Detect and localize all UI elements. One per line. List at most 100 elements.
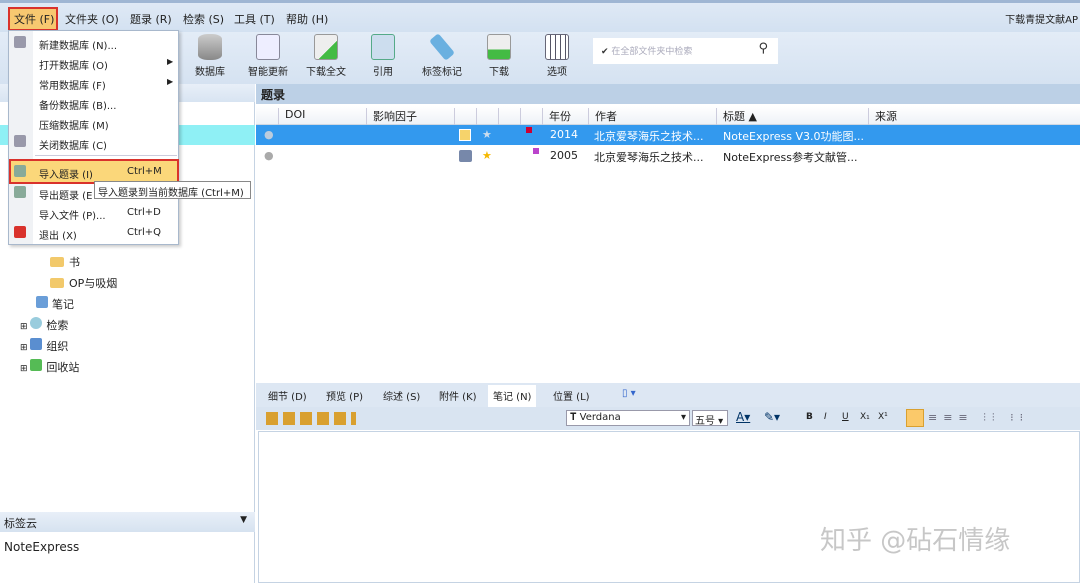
author: 北京爱琴海乐之技术... — [594, 151, 704, 164]
cite-button[interactable]: 引用 — [358, 34, 408, 78]
tab-location[interactable]: 位置 (L) — [553, 388, 590, 403]
menu-help[interactable]: 帮助 (H) — [286, 11, 328, 27]
col-source[interactable]: 来源 — [868, 108, 1068, 125]
label: 标签标记 — [422, 67, 462, 78]
menu-item-exit[interactable]: 退出 (X) — [39, 227, 77, 242]
align-left-button[interactable] — [906, 409, 924, 427]
menu-item-recent-db[interactable]: 常用数据库 (F) — [39, 77, 106, 92]
italic-button[interactable]: I — [824, 412, 827, 422]
shortcut: Ctrl+Q — [127, 227, 162, 238]
database-button[interactable]: 数据库 — [185, 34, 235, 78]
magnifier-icon — [30, 317, 43, 329]
menu-folder[interactable]: 文件夹 (O) — [65, 11, 119, 27]
submenu-arrow-icon: ▶ — [167, 57, 174, 66]
tree-folder-book[interactable]: 书 — [50, 254, 80, 270]
size-select[interactable]: 五号 ▾ — [692, 410, 728, 427]
menu-item-backup-db[interactable]: 备份数据库 (B)... — [39, 97, 116, 112]
folder-icon — [50, 278, 64, 288]
file-menu: 新建数据库 (N)... 打开数据库 (O) ▶ 常用数据库 (F) ▶ 备份数据库… — [8, 30, 179, 245]
table-row[interactable]: ● ★ 2014 北京爱琴海乐之技术... NoteExpress V3.0功能… — [256, 125, 1080, 145]
menu-records[interactable]: 题录 (R) — [130, 11, 172, 27]
tab-attachment[interactable]: 附件 (K) — [439, 388, 477, 403]
font-color-icon[interactable]: A▾ — [736, 410, 750, 424]
database-icon — [198, 34, 222, 60]
highlight-icon[interactable]: ✎▾ — [764, 410, 780, 424]
chevron-down-icon[interactable]: ▼ — [240, 515, 247, 525]
download-icon — [487, 34, 511, 60]
title: NoteExpress参考文献管... — [723, 151, 858, 164]
menu-search[interactable]: 检索 (S) — [183, 11, 224, 27]
col-icon2[interactable] — [476, 108, 498, 125]
font-select[interactable]: 𝐓 Verdana ▾ — [566, 410, 690, 426]
color-label-icon — [526, 127, 532, 133]
col-icon4[interactable] — [520, 108, 542, 125]
menu-item-close-db[interactable]: 关闭数据库 (C) — [39, 137, 107, 152]
tag-icon — [429, 33, 455, 61]
align-list-icons[interactable]: ≡≡≡ ⫶⫶ ⁝⁝ — [928, 411, 1029, 425]
underline-button[interactable]: U — [842, 412, 849, 422]
tree-organize[interactable]: ⊞ 组织 — [20, 338, 68, 354]
col-icon3[interactable] — [498, 108, 520, 125]
shortcut: Ctrl+M — [127, 166, 162, 177]
dropdown-chevron-icon[interactable]: ✔ — [601, 47, 611, 57]
download-link[interactable]: 下载青提文献AP — [1005, 11, 1078, 26]
tab-detail[interactable]: 细节 (D) — [268, 388, 307, 403]
label: 智能更新 — [248, 67, 288, 78]
superscript-button[interactable]: X¹ — [878, 412, 888, 422]
col-impact[interactable]: 影响因子 — [366, 108, 454, 125]
grid-icon — [30, 338, 43, 350]
smart-update-button[interactable]: 智能更新 — [243, 34, 293, 78]
search-input[interactable]: ✔ 在全部文件夹中检索 ⚲ — [593, 38, 778, 64]
document-update-icon — [256, 34, 280, 60]
col-title[interactable]: 标题 ▲ — [716, 108, 868, 125]
label: 选项 — [547, 67, 567, 78]
menu-item-compress-db[interactable]: 压缩数据库 (M) — [39, 117, 109, 132]
notebook-icon — [36, 296, 48, 308]
note-action-icons[interactable] — [266, 412, 356, 425]
download-button[interactable]: 下载 — [474, 34, 524, 78]
col-author[interactable]: 作者 — [588, 108, 716, 125]
records-column-header: DOI 影响因子 年份 作者 标题 ▲ 来源 — [256, 106, 1080, 125]
menu-tools[interactable]: 工具 (T) — [234, 11, 275, 27]
watermark: 知乎 @砧石情缘 — [820, 526, 1011, 556]
close-database-icon — [14, 135, 26, 147]
tab-summary[interactable]: 综述 (S) — [383, 388, 420, 403]
tree-folder-op[interactable]: OP与吸烟 — [50, 275, 117, 291]
label: 检索 — [46, 319, 69, 332]
search-icon[interactable]: ⚲ — [758, 41, 768, 56]
tag-cloud-item[interactable]: NoteExpress — [4, 540, 79, 554]
tree-recycle[interactable]: ⊞ 回收站 — [20, 359, 79, 375]
table-row[interactable]: ● ★ 2005 北京爱琴海乐之技术... NoteExpress参考文献管..… — [256, 146, 1080, 166]
tree-search[interactable]: ⊞ 检索 — [20, 317, 68, 333]
subscript-button[interactable]: X₁ — [860, 412, 870, 422]
note-icon[interactable] — [459, 129, 471, 141]
col-doi[interactable]: DOI — [278, 108, 366, 125]
menu-file[interactable]: 文件 (F) — [14, 11, 54, 27]
col-year[interactable]: 年份 — [542, 108, 588, 125]
menu-item-new-db[interactable]: 新建数据库 (N)... — [39, 37, 117, 52]
records-header: 题录 — [256, 84, 1080, 104]
star-icon[interactable]: ★ — [482, 149, 492, 162]
label: 书 — [69, 256, 80, 269]
tab-preview[interactable]: 预览 (P) — [326, 388, 363, 403]
paperclip-icon[interactable]: ▯ ▾ — [622, 388, 636, 399]
tooltip: 导入题录到当前数据库 (Ctrl+M) — [94, 181, 251, 199]
sliders-icon — [545, 34, 569, 60]
label: 引用 — [373, 67, 393, 78]
bold-button[interactable]: B — [806, 412, 813, 422]
attachment-icon[interactable] — [459, 150, 472, 162]
col-icon1[interactable] — [454, 108, 476, 125]
star-icon[interactable]: ★ — [482, 128, 492, 141]
format-toolbar: 𝐓 Verdana ▾ 五号 ▾ A▾ ✎▾ B I U X₁ X¹ ≡≡≡ ⫶⫶… — [256, 407, 1080, 430]
menu-item-import-files[interactable]: 导入文件 (P)... — [39, 207, 106, 222]
menu-item-open-db[interactable]: 打开数据库 (O) — [39, 57, 108, 72]
download-fulltext-button[interactable]: 下载全文 — [301, 34, 351, 78]
label: 回收站 — [46, 361, 80, 374]
tag-button[interactable]: 标签标记 — [417, 33, 467, 78]
options-button[interactable]: 选项 — [532, 34, 582, 78]
menu-item-export-records[interactable]: 导出题录 (E — [39, 187, 92, 202]
tab-notes[interactable]: 笔记 (N) — [488, 385, 537, 407]
note-editor[interactable] — [258, 431, 1080, 583]
size-value: 五号 — [695, 416, 715, 427]
tree-notes[interactable]: 笔记 — [36, 296, 74, 312]
